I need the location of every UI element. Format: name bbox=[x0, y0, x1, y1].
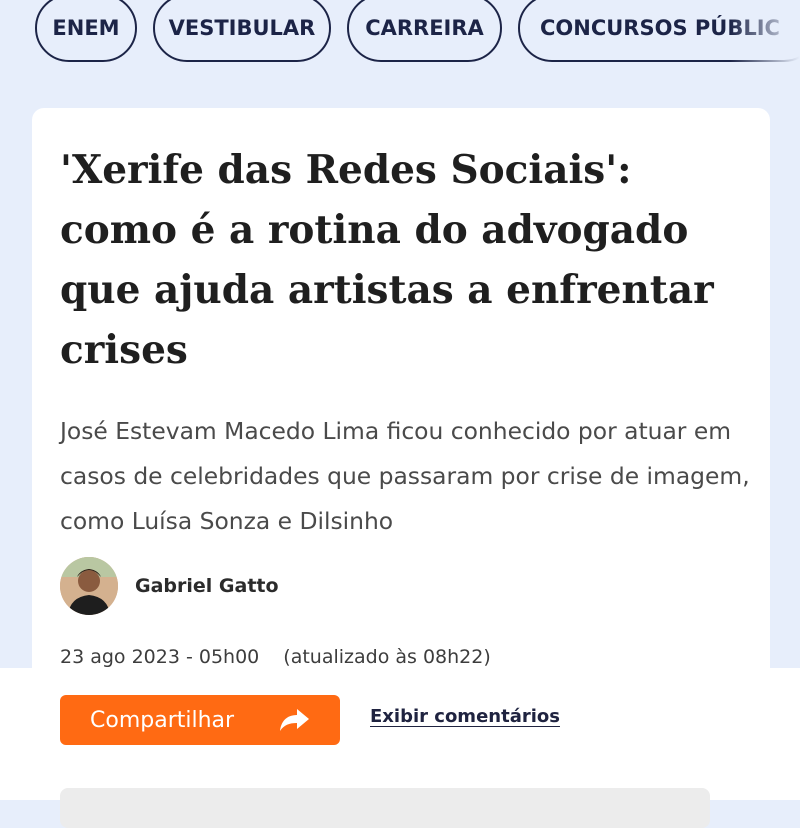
share-button[interactable]: Compartilhar bbox=[60, 695, 340, 745]
tab-carreira[interactable]: CARREIRA bbox=[347, 0, 502, 62]
author-name[interactable]: Gabriel Gatto bbox=[135, 575, 279, 597]
tab-enem[interactable]: ENEM bbox=[35, 0, 137, 62]
author-avatar[interactable] bbox=[60, 557, 118, 615]
publish-dateline: 23 ago 2023 - 05h00 (atualizado às 08h22) bbox=[60, 646, 491, 668]
share-arrow-icon bbox=[280, 709, 309, 731]
tabs-fade-overlay bbox=[730, 0, 800, 70]
category-tabs: ENEM VESTIBULAR CARREIRA CONCURSOS PÚBLI… bbox=[0, 0, 800, 70]
publish-date: 23 ago 2023 - 05h00 bbox=[60, 646, 260, 668]
ad-placeholder bbox=[60, 788, 710, 828]
article-subtitle: José Estevam Macedo Lima ficou conhecido… bbox=[60, 417, 750, 535]
article-headline[interactable]: 'Xerife das Redes Sociais': como é a rot… bbox=[60, 140, 750, 380]
tab-vestibular[interactable]: VESTIBULAR bbox=[153, 0, 331, 62]
share-button-label: Compartilhar bbox=[90, 707, 235, 733]
show-comments-link[interactable]: Exibir comentários bbox=[370, 706, 560, 727]
author-byline[interactable]: Gabriel Gatto bbox=[60, 556, 279, 616]
updated-time: (atualizado às 08h22) bbox=[283, 646, 491, 668]
avatar-photo-icon bbox=[60, 557, 118, 615]
